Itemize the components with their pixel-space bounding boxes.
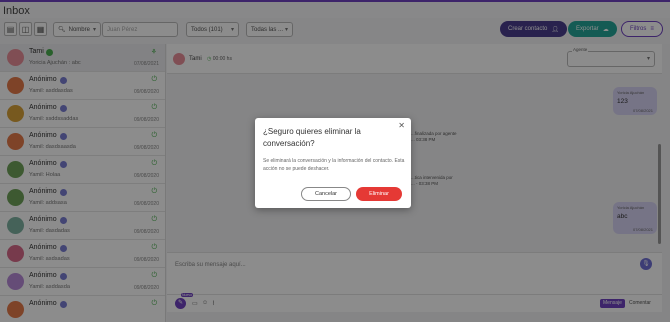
cancel-button[interactable]: Cancelar	[301, 187, 351, 201]
dialog-title: ¿Seguro quieres eliminar la conversación…	[263, 127, 361, 148]
delete-button[interactable]: Eliminar	[356, 187, 402, 201]
delete-confirmation-dialog: ✕ ¿Seguro quieres eliminar la conversaci…	[255, 118, 411, 208]
close-icon[interactable]: ✕	[398, 121, 405, 130]
app: Inbox ▤ ◫ ▦ 🔍︎ Nombre ▾ Juan Pérez Todos…	[0, 0, 670, 322]
dialog-message: Se eliminará la conversación y la inform…	[263, 158, 405, 172]
